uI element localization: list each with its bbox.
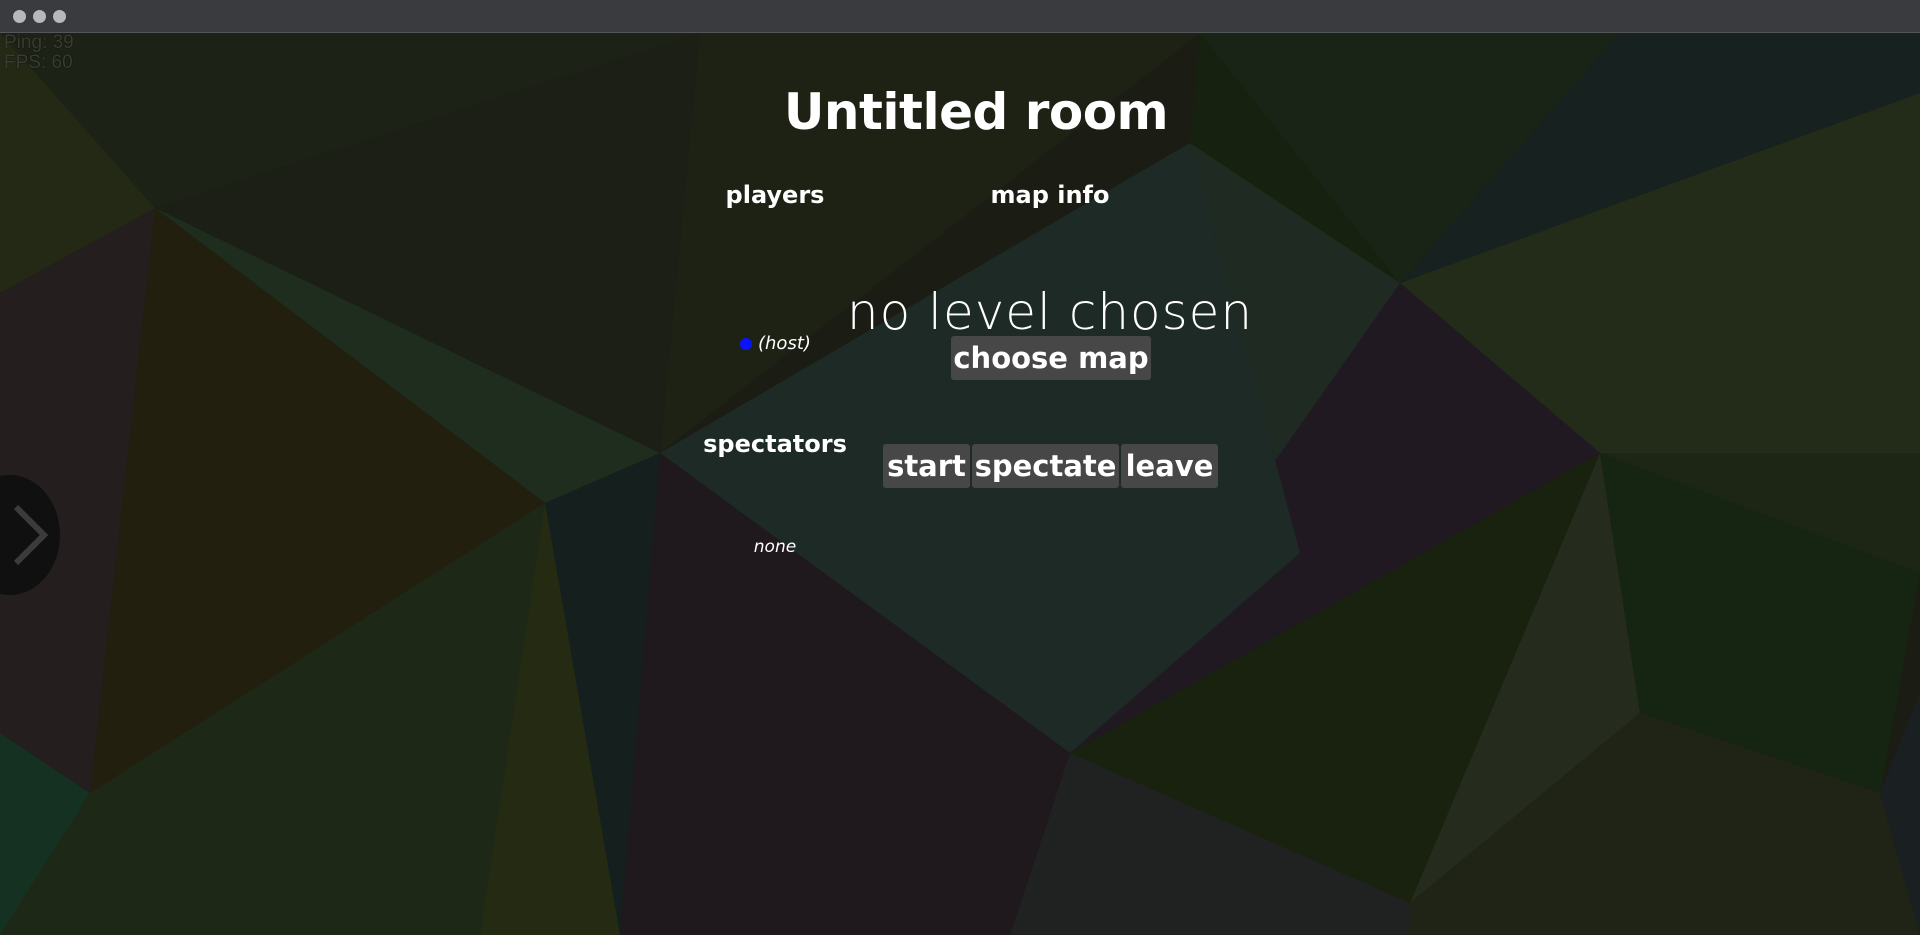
map-status: no level chosen [846, 283, 1254, 341]
player-color-dot [740, 337, 752, 350]
spectators-empty: none [753, 537, 797, 557]
ping-readout: Ping: 39 [4, 33, 74, 53]
spectators-heading: spectators [703, 430, 847, 458]
fps-readout: FPS: 60 [4, 52, 73, 73]
choose-map-button[interactable]: choose map [951, 336, 1151, 380]
zoom-window-button[interactable] [53, 10, 66, 23]
close-window-button[interactable] [13, 10, 26, 23]
players-heading: players [725, 181, 825, 209]
host-label: (host) [758, 333, 811, 354]
map-info-heading: map info [990, 181, 1110, 209]
start-button[interactable]: start [883, 444, 970, 488]
spectate-button[interactable]: spectate [972, 444, 1119, 488]
window-titlebar [0, 0, 1920, 33]
game-lobby: Ping: 39 FPS: 60 Untitled room players m… [0, 33, 1920, 935]
room-title: Untitled room [783, 83, 1169, 141]
leave-button[interactable]: leave [1121, 444, 1218, 488]
chevron-right-icon [13, 504, 49, 566]
player-list-item[interactable]: (host) [740, 333, 811, 354]
minimize-window-button[interactable] [33, 10, 46, 23]
performance-stats: Ping: 39 FPS: 60 [4, 33, 74, 73]
